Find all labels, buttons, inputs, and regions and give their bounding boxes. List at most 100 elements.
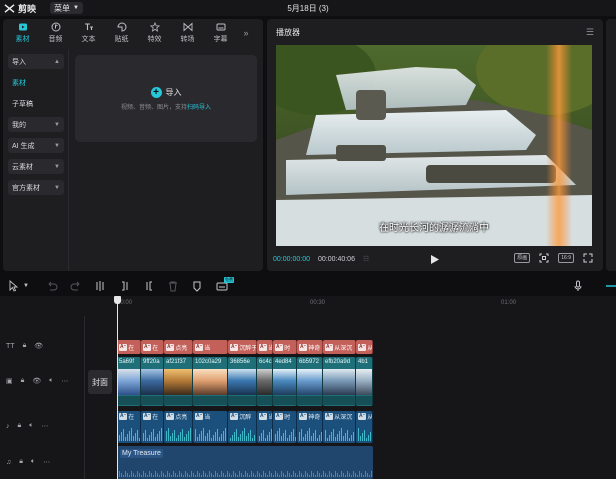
lock-icon[interactable]: 🔒︎ xyxy=(21,377,25,385)
audio-clip[interactable]: A⁼当 xyxy=(193,411,228,443)
document-title: 5月18日 (3) xyxy=(287,4,329,13)
text-clip[interactable]: A⁼当 xyxy=(257,340,273,354)
redo-icon[interactable] xyxy=(70,280,82,292)
audio-clip[interactable]: A⁼ 在 xyxy=(117,411,141,443)
tabs-more-button[interactable]: » xyxy=(239,19,253,47)
player-controls: 00:00:00:00 00:00:40:06 ☷ 原画 16:9 xyxy=(267,248,603,270)
text-clip[interactable]: A⁼ 点亮 xyxy=(164,340,193,354)
eye-icon[interactable]: 👁︎ xyxy=(32,377,41,385)
delete-icon[interactable] xyxy=(167,280,179,292)
tab-transition[interactable]: 转场 xyxy=(171,19,204,47)
text-clip-badge: A⁼ xyxy=(119,343,128,351)
tab-audio[interactable]: 音频 xyxy=(39,19,72,47)
nav-cloud[interactable]: 云素材 ▼ xyxy=(8,159,64,174)
undo-icon[interactable] xyxy=(46,280,58,292)
speaker-icon[interactable]: 🔈︎ xyxy=(49,377,53,385)
audio-clip-header: A⁼ 神奇 xyxy=(299,412,320,421)
menu-button[interactable]: 菜单 ▼ xyxy=(50,2,83,14)
microphone-icon[interactable] xyxy=(572,280,584,292)
audio-clip[interactable]: A⁼ 点亮 xyxy=(164,411,193,443)
audio-clip-header: A⁼当 xyxy=(259,412,272,421)
text-clip[interactable]: A⁼ 在 xyxy=(117,340,141,354)
text-clip[interactable]: A⁼ 在 xyxy=(141,340,164,354)
fullscreen-icon[interactable] xyxy=(583,253,593,263)
more-icon[interactable]: ⋯ xyxy=(61,377,68,385)
ruler-tick: 00:30 xyxy=(310,300,326,306)
main-track-magnet-icon[interactable] xyxy=(605,280,616,292)
video-preview[interactable]: 在时光长河的潺潺流淌中 xyxy=(276,45,592,246)
chevron-down-icon: ▼ xyxy=(54,142,60,149)
text-clip[interactable]: A⁼ 从 xyxy=(356,340,373,354)
playhead-handle[interactable] xyxy=(114,296,121,304)
sticker-icon xyxy=(116,22,126,32)
text-clip[interactable]: A⁼ 时 xyxy=(273,340,297,354)
ruler-tick: 01:00 xyxy=(501,300,517,306)
music-clip[interactable]: My Treasure xyxy=(117,446,373,479)
tab-sticker[interactable]: 贴纸 xyxy=(105,19,138,47)
more-icon[interactable]: ⋯ xyxy=(43,458,50,466)
video-clip[interactable]: af21f37 xyxy=(164,357,193,406)
chevron-down-icon: ▼ xyxy=(54,184,60,191)
video-clip[interactable]: 4b1 xyxy=(356,357,373,406)
lock-icon[interactable]: 🔒︎ xyxy=(23,342,27,350)
nav-material-label: 素材 xyxy=(12,79,26,87)
speaker-icon[interactable]: 🔈︎ xyxy=(29,422,33,430)
menu-icon[interactable]: ☰ xyxy=(586,27,594,38)
scan-import-link[interactable]: 扫码导入 xyxy=(187,105,211,111)
nav-mine[interactable]: 我的 ▼ xyxy=(8,117,64,132)
tab-media[interactable]: 素材 xyxy=(6,19,39,47)
tab-text[interactable]: 文本 xyxy=(72,19,105,47)
audio-clip-badge: A⁼ xyxy=(299,413,308,420)
video-clip[interactable]: 6b5972 xyxy=(297,357,323,406)
audio-clip[interactable]: A⁼ 从 xyxy=(356,411,373,443)
text-clip[interactable]: A⁼当 xyxy=(193,340,228,354)
import-button[interactable]: + 导入 xyxy=(150,86,182,98)
tab-label: 转场 xyxy=(180,36,195,43)
aspect-ratio-button[interactable]: 16:9 xyxy=(558,253,574,263)
text-clip[interactable]: A⁼ 沉醉于 xyxy=(228,340,257,354)
crop-frame-icon[interactable] xyxy=(539,253,549,263)
speaker-icon[interactable]: 🔈︎ xyxy=(31,458,35,466)
tab-effects[interactable]: 特效 xyxy=(138,19,171,47)
audio-clip[interactable]: A⁼当 xyxy=(257,411,273,443)
split-right-icon[interactable] xyxy=(143,280,155,292)
video-clip[interactable]: 102c0a29 xyxy=(193,357,228,406)
select-cursor-icon[interactable] xyxy=(8,280,20,292)
text-clip[interactable]: A⁼ 神奇 xyxy=(297,340,323,354)
video-clip[interactable]: 5a69f xyxy=(117,357,141,406)
video-clip[interactable]: 6c4c xyxy=(257,357,273,406)
nav-import[interactable]: 导入 ▲ xyxy=(8,54,64,69)
nav-mine-label: 我的 xyxy=(12,121,26,129)
time-ruler[interactable]: 00:00 00:30 01:00 xyxy=(117,296,616,310)
chevron-down-icon[interactable]: ▼ xyxy=(23,283,35,295)
video-clip-name: 6c4c xyxy=(259,359,272,365)
nav-material[interactable]: 素材 xyxy=(8,75,64,90)
nav-ai-generate[interactable]: AI 生成 ▼ xyxy=(8,138,64,153)
audio-clip[interactable]: A⁼ 在 xyxy=(141,411,164,443)
tab-caption[interactable]: 字幕 xyxy=(204,19,237,47)
nav-official[interactable]: 官方素材 ▼ xyxy=(8,180,64,195)
playhead[interactable] xyxy=(117,298,118,479)
lock-icon[interactable]: 🔒︎ xyxy=(18,422,22,430)
audio-clip[interactable]: A⁼ 从深沉 xyxy=(323,411,356,443)
import-drop-area[interactable]: + 导入 视频、音频、图片，支持扫码导入 xyxy=(75,55,257,142)
audio-clip[interactable]: A⁼ 时 xyxy=(273,411,297,443)
video-clip[interactable]: 36856e xyxy=(228,357,257,406)
audio-clip[interactable]: A⁼ 神奇 xyxy=(297,411,323,443)
nav-subtitle-draft[interactable]: 子草稿 xyxy=(8,96,64,111)
video-clip[interactable]: efb20a9d xyxy=(323,357,356,406)
audio-clip[interactable]: A⁼ 沉醉 xyxy=(228,411,257,443)
cover-button[interactable]: 封面 xyxy=(88,370,112,394)
text-clip[interactable]: A⁼ 从深沉 xyxy=(323,340,356,354)
split-icon[interactable] xyxy=(94,280,106,292)
timeline-view-icon[interactable]: ☷ xyxy=(363,255,369,263)
split-left-icon[interactable] xyxy=(119,280,131,292)
video-clip[interactable]: 9ff20a xyxy=(141,357,164,406)
more-icon[interactable]: ⋯ xyxy=(41,422,48,430)
lock-icon[interactable]: 🔒︎ xyxy=(19,458,23,466)
marker-icon[interactable] xyxy=(191,280,203,292)
play-icon[interactable] xyxy=(431,255,439,264)
eye-icon[interactable]: 👁︎ xyxy=(34,342,43,350)
video-clip[interactable]: 4ed84 xyxy=(273,357,297,406)
quality-button[interactable]: 原画 xyxy=(514,253,531,263)
